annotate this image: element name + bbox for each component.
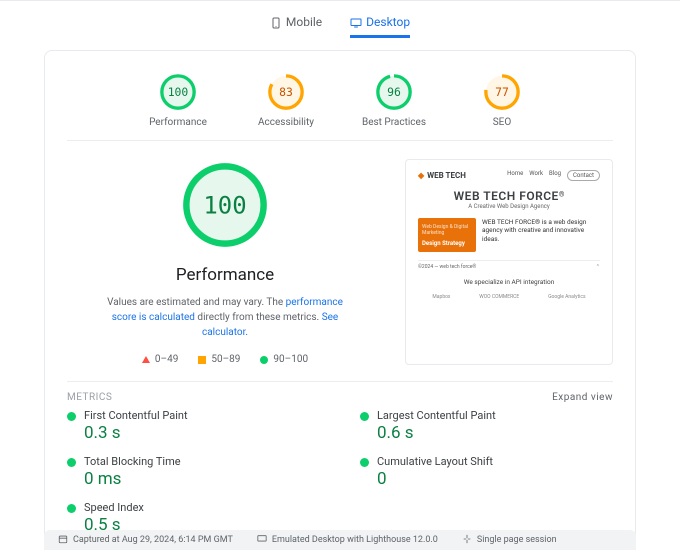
gauge-seo-label: SEO (493, 117, 512, 128)
gauge-accessibility[interactable]: 83 Accessibility (251, 73, 321, 128)
metric-lcp[interactable]: Largest Contentful Paint0.6 s (360, 409, 613, 443)
calendar-icon (58, 534, 68, 547)
legend-avg-icon (198, 356, 206, 364)
metric-cls[interactable]: Cumulative Layout Shift0 (360, 455, 613, 489)
report-footer-bar: Captured at Aug 29, 2024, 6:14 PM GMT Em… (44, 530, 636, 550)
session-text: Single page session (477, 535, 557, 545)
device-emulate-icon (257, 534, 267, 547)
performance-title: Performance (176, 265, 274, 285)
status-dot-good (67, 458, 76, 467)
legend-bad-icon (142, 356, 150, 363)
expand-view-toggle[interactable]: Expand view (552, 392, 613, 403)
gauge-seo[interactable]: 77 SEO (467, 73, 537, 128)
status-dot-good (360, 458, 369, 467)
svg-text:100: 100 (203, 191, 246, 219)
status-dot-good (67, 412, 76, 421)
big-gauge-svg: 100 (179, 159, 271, 251)
category-gauges-row: 100 Performance 83 Accessibility 96 Bes (67, 69, 613, 141)
status-dot-good (67, 504, 76, 513)
svg-text:83: 83 (279, 85, 293, 99)
tab-mobile-label: Mobile (286, 15, 322, 29)
metric-fcp[interactable]: First Contentful Paint0.3 s (67, 409, 320, 443)
emulated-text: Emulated Desktop with Lighthouse 12.0.0 (272, 535, 438, 545)
report-card: 100 Performance 83 Accessibility 96 Bes (44, 50, 636, 544)
metrics-heading: METRICS (67, 392, 112, 403)
performance-desc: Values are estimated and may vary. The p… (95, 295, 355, 340)
performance-section: 100 Performance Values are estimated and… (67, 141, 613, 382)
gauge-best-practices[interactable]: 96 Best Practices (359, 73, 429, 128)
svg-text:100: 100 (168, 85, 189, 99)
gauge-best-label: Best Practices (362, 117, 426, 128)
tab-mobile[interactable]: Mobile (270, 15, 322, 38)
captured-text: Captured at Aug 29, 2024, 6:14 PM GMT (73, 535, 233, 545)
page-screenshot-thumbnail: ◆WEB TECH HomeWorkBlog Contact WEB TECH … (405, 159, 613, 365)
metrics-grid: First Contentful Paint0.3 s Largest Cont… (67, 409, 613, 535)
gauge-performance-label: Performance (149, 117, 207, 128)
mobile-icon (270, 17, 280, 27)
session-icon (462, 534, 472, 547)
device-tabs: Mobile Desktop (0, 1, 680, 50)
metric-tbt[interactable]: Total Blocking Time0 ms (67, 455, 320, 489)
gauge-accessibility-label: Accessibility (258, 117, 314, 128)
tab-desktop[interactable]: Desktop (350, 15, 410, 38)
svg-text:96: 96 (387, 85, 401, 99)
legend-good-icon (260, 356, 268, 364)
performance-gauge-big: 100 Performance Values are estimated and… (67, 159, 383, 365)
status-dot-good (360, 412, 369, 421)
svg-text:77: 77 (495, 85, 509, 99)
gauge-performance[interactable]: 100 Performance (143, 73, 213, 128)
score-legend: 0–49 50–89 90–100 (142, 354, 308, 365)
tab-desktop-label: Desktop (366, 15, 410, 29)
desktop-icon (350, 17, 360, 27)
